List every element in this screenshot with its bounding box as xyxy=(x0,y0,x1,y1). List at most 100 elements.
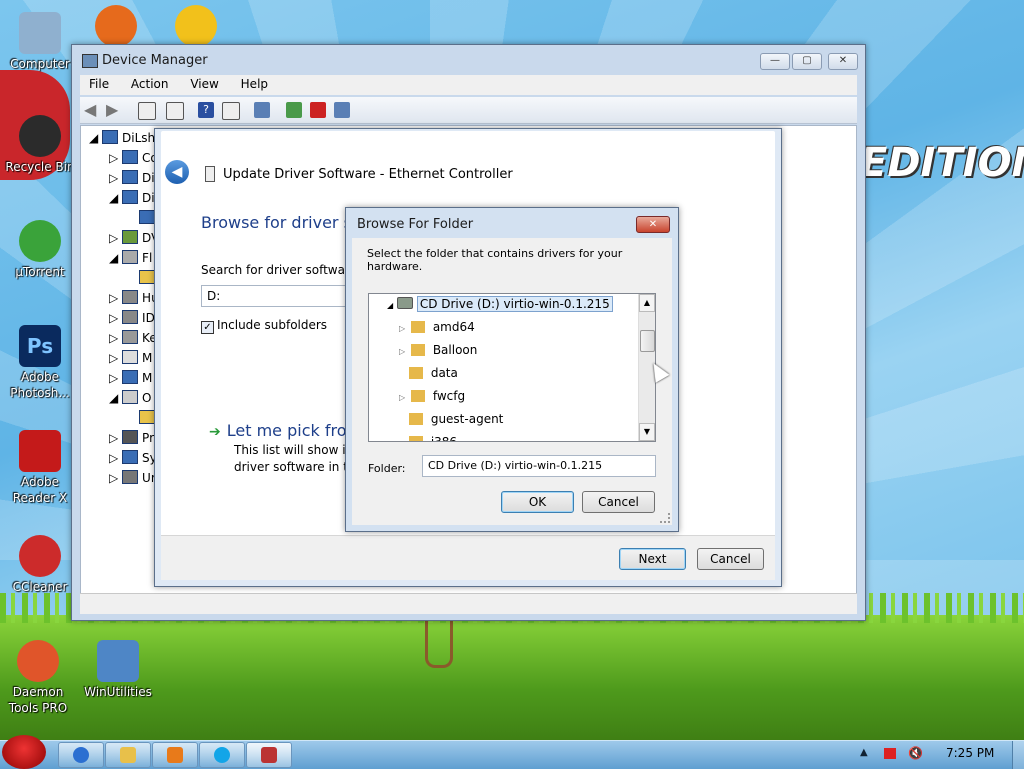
tree-item[interactable]: ▷ DV xyxy=(109,230,159,245)
forward-arrow-icon[interactable]: ▶ xyxy=(106,102,122,118)
tree-item[interactable]: ▷ Sy xyxy=(109,450,157,465)
monitor-icon xyxy=(122,370,139,384)
processor-icon xyxy=(122,430,139,444)
taskbar-button-skype[interactable] xyxy=(199,742,245,768)
help-icon[interactable]: ? xyxy=(198,102,214,118)
tree-item-data[interactable]: data xyxy=(409,366,458,380)
desktop-icon-firefox[interactable] xyxy=(90,5,142,49)
desktop-icon-photoshop[interactable]: Ps Adobe Photosh... xyxy=(2,325,78,401)
close-button[interactable]: ✕ xyxy=(828,53,858,70)
taskbar-button-device-manager[interactable] xyxy=(246,742,292,768)
device-category-icon xyxy=(122,250,139,264)
daemon-tools-icon xyxy=(17,640,59,682)
properties-icon[interactable] xyxy=(138,102,156,120)
tree-item[interactable]: ▷ Ur xyxy=(109,470,156,485)
yahoo-icon xyxy=(175,5,217,47)
taskbar-button-internet-explorer[interactable] xyxy=(58,742,104,768)
tree-item[interactable]: ▷ Co xyxy=(109,150,158,165)
minimize-button[interactable]: — xyxy=(760,53,790,70)
tree-item-guest-agent[interactable]: guest-agent xyxy=(409,412,503,426)
scan-hardware-icon[interactable] xyxy=(254,102,270,118)
tree-item[interactable]: ▷ M xyxy=(109,350,152,365)
collapsed-arrow-icon: ▷ xyxy=(399,393,406,402)
device-manager-titlebar[interactable]: Device Manager — ▢ ✕ xyxy=(72,45,865,75)
other-devices-icon xyxy=(122,390,139,404)
taskbar-button-media-player[interactable] xyxy=(152,742,198,768)
desktop-icon-daemon-tools[interactable]: Daemon Tools PRO xyxy=(0,640,76,716)
close-button[interactable]: ✕ xyxy=(636,216,670,233)
action-center-icon[interactable] xyxy=(884,748,896,759)
tree-root[interactable]: ◢ DiLsh xyxy=(89,130,155,145)
tree-item[interactable]: ▷ Hu xyxy=(109,290,159,305)
desktop-icon-recycle-bin[interactable]: Recycle Bin xyxy=(2,115,78,175)
scrollbar-thumb[interactable] xyxy=(640,330,655,352)
desktop-icon-winutilities[interactable]: WinUtilities xyxy=(80,640,156,700)
winutilities-icon xyxy=(97,640,139,682)
desktop-icon-computer[interactable]: Computer xyxy=(2,12,78,72)
include-subfolders-checkbox[interactable]: ✓ Include subfolders xyxy=(201,318,327,334)
device-icon xyxy=(139,210,155,224)
wizard-heading: Browse for driver so xyxy=(201,213,362,232)
tree-item[interactable]: ▷ M xyxy=(109,370,152,385)
tree-item-amd64[interactable]: ▷ amd64 xyxy=(399,320,475,334)
start-button[interactable] xyxy=(2,735,46,769)
cancel-button[interactable]: Cancel xyxy=(697,548,764,570)
skype-icon xyxy=(214,747,230,763)
checkbox-checked-icon: ✓ xyxy=(201,321,214,334)
driver-path-input[interactable]: D: xyxy=(201,285,348,307)
show-desktop-button[interactable] xyxy=(1012,741,1024,769)
disable-icon[interactable] xyxy=(334,102,350,118)
menu-view[interactable]: View xyxy=(181,75,227,91)
desktop-icon-yahoo[interactable] xyxy=(170,5,222,49)
menu-help[interactable]: Help xyxy=(232,75,277,91)
folder-input[interactable]: CD Drive (D:) virtio-win-0.1.215 xyxy=(422,455,656,477)
tree-item[interactable]: ◢ O xyxy=(109,390,152,405)
collapsed-arrow-icon: ▷ xyxy=(399,347,406,356)
wallpaper-edition-text: EDITION xyxy=(860,140,1024,186)
volume-muted-icon[interactable]: 🔇 xyxy=(908,746,923,760)
tree-item-cd-drive[interactable]: ◢ CD Drive (D:) virtio-win-0.1.215 xyxy=(387,296,613,312)
system-devices-icon xyxy=(122,450,139,464)
tree-item[interactable]: ▷ Ke xyxy=(109,330,157,345)
tree-item-i386[interactable]: i386 xyxy=(409,435,457,441)
cancel-button[interactable]: Cancel xyxy=(582,491,655,513)
desktop-icon-ccleaner[interactable]: CCleaner xyxy=(2,535,78,595)
tree-item[interactable]: ▷ ID xyxy=(109,310,155,325)
menu-action[interactable]: Action xyxy=(122,75,178,91)
folder-icon xyxy=(410,344,425,356)
warning-device-icon xyxy=(139,410,155,424)
uninstall-icon[interactable] xyxy=(310,102,326,118)
desktop-icon-adobe-reader[interactable]: Adobe Reader X xyxy=(2,430,78,506)
back-arrow-icon[interactable]: ◀ xyxy=(84,102,100,118)
show-hidden-icons-icon[interactable]: ▲ xyxy=(860,747,868,758)
photoshop-icon: Ps xyxy=(19,325,61,367)
tree-item[interactable]: ◢ Di xyxy=(109,190,155,205)
browse-folder-dialog: Browse For Folder ✕ Select the folder th… xyxy=(345,207,679,532)
maximize-button[interactable]: ▢ xyxy=(792,53,822,70)
wizard-title: Update Driver Software - Ethernet Contro… xyxy=(223,167,513,182)
folder-icon xyxy=(410,321,425,333)
list-icon[interactable] xyxy=(166,102,184,120)
toolbar: ◀ ▶ ? xyxy=(80,97,857,124)
resize-grip-icon[interactable] xyxy=(660,513,670,523)
taskbar-button-explorer[interactable] xyxy=(105,742,151,768)
tree-item[interactable]: ▷ Di xyxy=(109,170,155,185)
view-icon[interactable] xyxy=(222,102,240,120)
tree-item[interactable]: ◢ Fl xyxy=(109,250,152,265)
pick-from-list-link[interactable]: ➔ Let me pick fro xyxy=(209,421,346,440)
tree-item[interactable]: ▷ Pr xyxy=(109,430,154,445)
scroll-up-arrow-icon[interactable]: ▲ xyxy=(639,294,655,312)
desktop-icon-utorrent[interactable]: µTorrent xyxy=(2,220,78,280)
next-button[interactable]: Next xyxy=(619,548,686,570)
clock[interactable]: 7:25 PM xyxy=(946,746,994,760)
update-driver-icon[interactable] xyxy=(286,102,302,118)
scroll-down-arrow-icon[interactable]: ▼ xyxy=(639,423,655,441)
tree-item-fwcfg[interactable]: ▷ fwcfg xyxy=(399,389,465,403)
device-category-icon xyxy=(122,290,139,304)
tree-item-balloon[interactable]: ▷ Balloon xyxy=(399,343,477,357)
status-bar xyxy=(80,593,857,614)
menu-file[interactable]: File xyxy=(80,75,118,91)
ok-button[interactable]: OK xyxy=(501,491,574,513)
back-button[interactable]: ◀ xyxy=(165,160,189,184)
device-category-icon xyxy=(122,190,139,204)
